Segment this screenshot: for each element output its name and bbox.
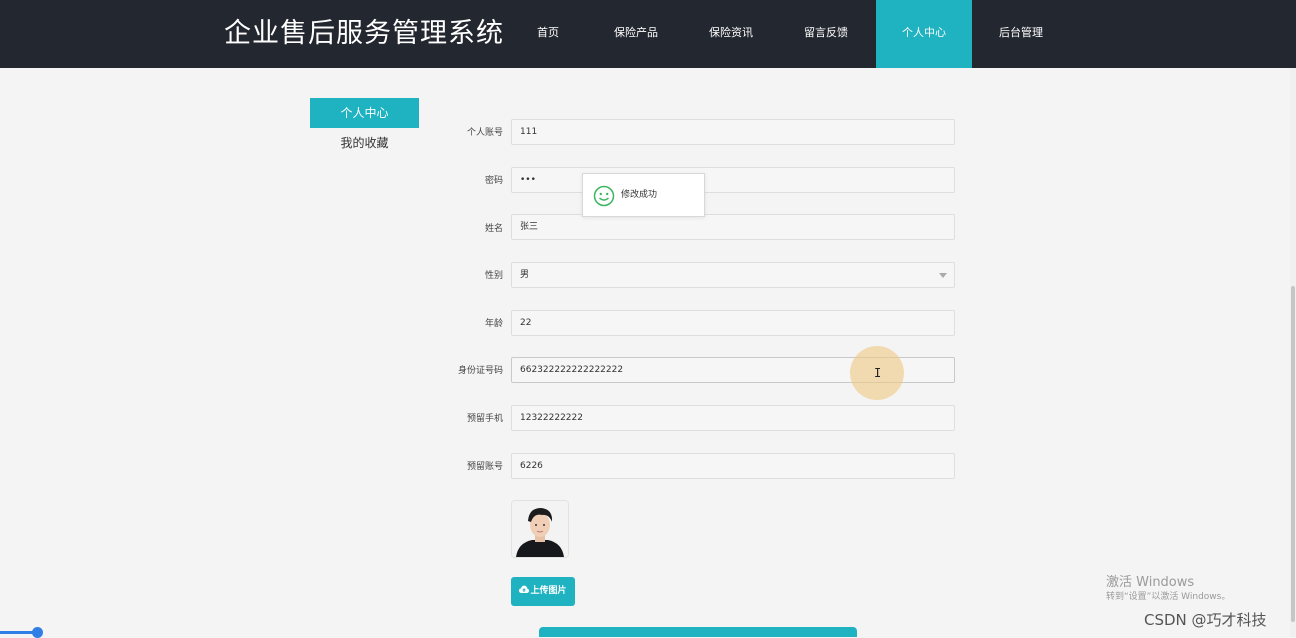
id-number-label: 身份证号码 <box>457 366 503 376</box>
bank-account-label: 预留账号 <box>466 462 503 472</box>
smile-icon <box>593 185 615 207</box>
phone-label: 预留手机 <box>466 414 503 424</box>
toast-message: 修改成功 <box>621 190 658 200</box>
name-label: 姓名 <box>484 224 503 234</box>
gender-select[interactable]: 男 <box>511 262 955 288</box>
windows-activation-subtitle: 转到“设置”以激活 Windows。 <box>1106 592 1231 602</box>
nav-feedback[interactable]: 留言反馈 <box>778 0 874 68</box>
success-toast: 修改成功 <box>582 173 705 217</box>
submit-button[interactable] <box>539 627 857 637</box>
account-field[interactable]: 111 <box>511 119 955 145</box>
sidebar-item-favorites[interactable]: 我的收藏 <box>310 131 419 155</box>
windows-activation-title: 激活 Windows <box>1106 575 1195 590</box>
nav-insurance-news[interactable]: 保险资讯 <box>683 0 779 68</box>
nav-personal-center[interactable]: 个人中心 <box>876 0 972 68</box>
age-label: 年龄 <box>484 319 503 329</box>
upload-button-label: 上传图片 <box>530 586 567 596</box>
sidebar-item-personal-center[interactable]: 个人中心 <box>310 98 419 128</box>
account-label: 个人账号 <box>466 128 503 138</box>
site-title: 企业售后服务管理系统 <box>224 18 504 49</box>
source-watermark: CSDN @巧才科技 <box>1144 611 1267 629</box>
video-progress-handle[interactable] <box>32 627 43 638</box>
upload-image-button[interactable]: 上传图片 <box>511 577 575 606</box>
avatar <box>511 500 569 558</box>
top-navbar: 企业售后服务管理系统 首页 保险产品 保险资讯 留言反馈 个人中心 后台管理 <box>0 0 1296 68</box>
text-cursor-icon: I <box>874 366 882 380</box>
scrollbar-thumb[interactable] <box>1291 286 1295 622</box>
avatar-photo <box>512 501 568 557</box>
page-scrollbar[interactable] <box>1290 68 1296 637</box>
age-field[interactable]: 22 <box>511 310 955 336</box>
gender-label: 性别 <box>484 271 503 281</box>
nav-admin[interactable]: 后台管理 <box>973 0 1069 68</box>
phone-field[interactable]: 12322222222 <box>511 405 955 431</box>
name-field[interactable]: 张三 <box>511 214 955 240</box>
cloud-upload-icon <box>519 585 530 593</box>
gender-value: 男 <box>520 270 530 280</box>
password-label: 密码 <box>484 176 503 186</box>
nav-insurance-products[interactable]: 保险产品 <box>588 0 684 68</box>
chevron-down-icon <box>939 273 947 278</box>
nav-home[interactable]: 首页 <box>500 0 596 68</box>
password-field[interactable]: ••• <box>511 167 955 193</box>
bank-account-field[interactable]: 6226 <box>511 453 955 479</box>
